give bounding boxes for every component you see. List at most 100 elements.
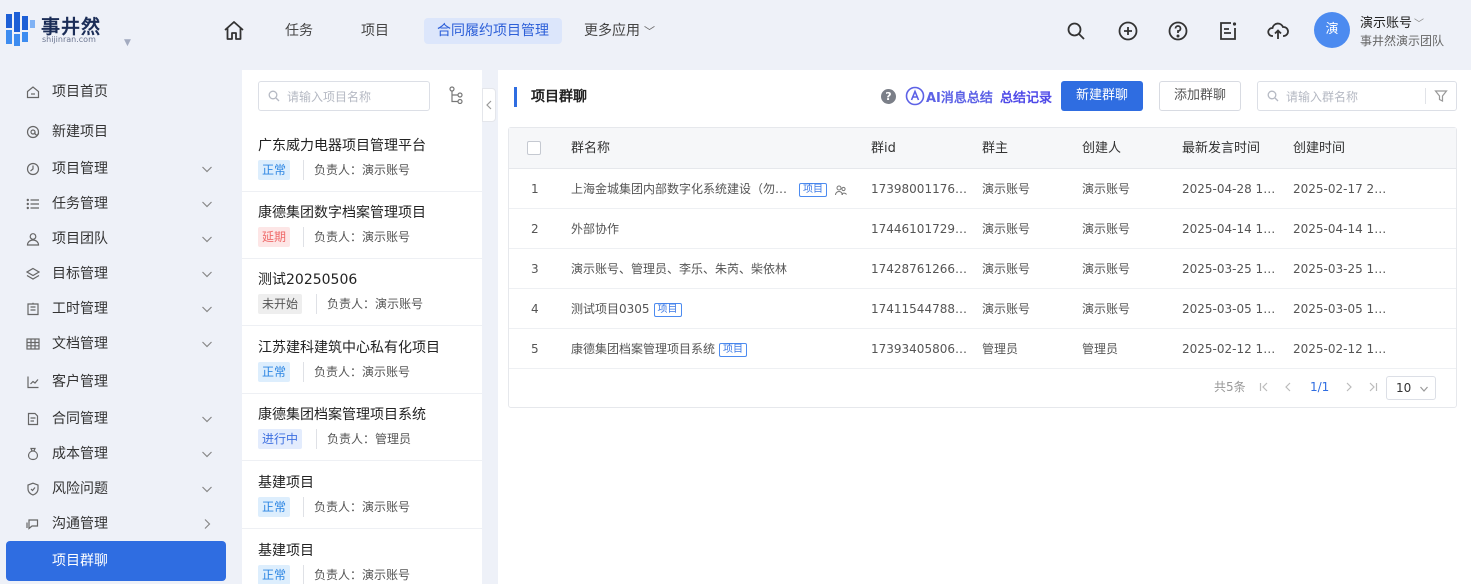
nav-project-label: 项目 <box>361 23 389 39</box>
brand-logo[interactable]: 事井然 shijinran.com ▼ <box>6 12 131 50</box>
chat-icon <box>26 519 39 530</box>
list-icon <box>26 198 39 210</box>
help-icon[interactable]: ? <box>881 89 896 104</box>
ai-summary-icon[interactable] <box>905 86 925 106</box>
project-owner: 负责人：演示账号 <box>303 565 410 584</box>
select-all-checkbox[interactable] <box>527 141 541 155</box>
table-row[interactable]: 4 测试项目0305 项目 17411544788… 演示账号 演示账号 2025… <box>509 289 1456 329</box>
table-row[interactable]: 1 上海金城集团内部数字化系统建设（勿… 项目 17398001176… 演示账号… <box>509 169 1456 209</box>
group-name-cell: 测试项目0305 项目 <box>571 289 861 329</box>
tree-structure-icon[interactable] <box>448 86 464 104</box>
group-search-placeholder: 请输入群名称 <box>1286 90 1359 104</box>
table-row[interactable]: 5 康德集团档案管理项目系统 项目 17393405806… 管理员 管理员 20… <box>509 329 1456 369</box>
next-page-icon[interactable] <box>1343 381 1355 393</box>
project-card[interactable]: 基建项目 正常 负责人：演示账号 <box>242 463 482 529</box>
status-badge: 正常 <box>258 160 291 180</box>
project-tag: 项目 <box>653 302 682 317</box>
sidebar-item-contract-management[interactable]: 合同管理 <box>0 404 236 434</box>
project-card[interactable]: 测试20250506 未开始 负责人：演示账号 <box>242 260 482 326</box>
nav-contract-project-label: 合同履约项目管理 <box>437 23 549 39</box>
sidebar-item-customer-management[interactable]: 客户管理 <box>0 367 236 397</box>
column-header-last-message[interactable]: 最新发言时间 <box>1182 128 1260 169</box>
avatar[interactable]: 演 <box>1314 12 1350 48</box>
project-card[interactable]: 康德集团数字档案管理项目 延期 负责人：演示账号 <box>242 193 482 259</box>
column-header-name[interactable]: 群名称 <box>571 128 610 169</box>
status-badge: 正常 <box>258 362 291 382</box>
page-title: 项目群聊 <box>514 87 587 107</box>
clock-icon <box>26 162 40 176</box>
help-circle-icon[interactable] <box>1166 19 1190 43</box>
sidebar-item-project-team[interactable]: 项目团队 <box>0 224 236 254</box>
column-header-owner[interactable]: 群主 <box>982 128 1008 169</box>
project-owner: 负责人：管理员 <box>316 429 411 449</box>
row-index: 3 <box>531 262 539 276</box>
nav-contract-project[interactable]: 合同履约项目管理 <box>424 18 562 44</box>
project-card[interactable]: 基建项目 正常 负责人：演示账号 <box>242 531 482 584</box>
project-title: 测试20250506 <box>258 272 358 288</box>
search-icon[interactable] <box>1064 19 1088 43</box>
filter-icon[interactable] <box>1434 89 1448 103</box>
status-badge: 正常 <box>258 565 291 584</box>
project-owner: 负责人：演示账号 <box>303 160 410 180</box>
status-badge: 进行中 <box>258 429 303 449</box>
project-search-input[interactable]: 请输入项目名称 <box>258 81 430 111</box>
sidebar-item-label: 文档管理 <box>52 336 108 352</box>
home-icon[interactable] <box>222 19 246 43</box>
sidebar-item-timesheet-management[interactable]: 工时管理 <box>0 294 236 324</box>
sidebar-item-project-home[interactable]: 项目首页 <box>0 77 236 107</box>
chevron-down-icon <box>202 416 212 423</box>
last-page-icon[interactable] <box>1367 381 1379 393</box>
column-header-id[interactable]: 群id <box>871 128 896 169</box>
project-search-placeholder: 请输入项目名称 <box>287 90 372 104</box>
group-creator: 演示账号 <box>1082 302 1131 316</box>
collapse-panel-button[interactable] <box>482 88 496 122</box>
sidebar-item-project-management[interactable]: 项目管理 <box>0 154 236 184</box>
prev-page-icon[interactable] <box>1282 381 1294 393</box>
add-group-chat-button[interactable]: 添加群聊 <box>1159 81 1241 111</box>
project-owner: 负责人：演示账号 <box>316 294 423 314</box>
sidebar-item-document-management[interactable]: 文档管理 <box>0 329 236 359</box>
column-header-creator[interactable]: 创建人 <box>1082 128 1121 169</box>
sidebar-item-risk-issues[interactable]: 风险问题 <box>0 474 236 504</box>
sidebar-item-new-project[interactable]: 新建项目 <box>0 117 236 147</box>
ai-summary-button[interactable]: AI消息总结 <box>926 87 993 106</box>
chevron-down-icon: ﹀ <box>1414 19 1425 30</box>
nav-more-apps[interactable]: 更多应用 ﹀ <box>571 18 668 44</box>
project-card[interactable]: 广东威力电器项目管理平台 正常 负责人：演示账号 <box>242 126 482 192</box>
group-search-input[interactable]: 请输入群名称 <box>1257 81 1457 111</box>
project-title: 基建项目 <box>258 475 314 491</box>
first-page-icon[interactable] <box>1258 381 1270 393</box>
chevron-down-icon <box>202 341 212 348</box>
nav-project[interactable]: 项目 <box>348 18 402 44</box>
last-message-time: 2025-02-12 1… <box>1182 342 1276 356</box>
group-id: 17411544788… <box>871 302 967 316</box>
column-header-created[interactable]: 创建时间 <box>1293 128 1345 169</box>
table-row[interactable]: 3 演示账号、管理员、李乐、朱芮、柴依林 17428761266… 演示账号 演… <box>509 249 1456 289</box>
sidebar-item-communication-management[interactable]: 沟通管理 <box>0 509 236 539</box>
table-row[interactable]: 2 外部协作 17446101729… 演示账号 演示账号 2025-04-14… <box>509 209 1456 249</box>
group-chat-table: 群名称 群id 群主 创建人 最新发言时间 创建时间 1 上海金城集团内部数字化… <box>508 127 1457 408</box>
project-title: 康德集团数字档案管理项目 <box>258 205 426 221</box>
user-menu[interactable]: 演示账号 ﹀ <box>1360 12 1424 31</box>
cloud-upload-icon[interactable] <box>1266 19 1290 43</box>
summary-records-link[interactable]: 总结记录 <box>1000 87 1052 106</box>
add-circle-icon[interactable] <box>1116 19 1140 43</box>
page-size-select[interactable]: 10 <box>1386 376 1436 400</box>
group-owner: 演示账号 <box>982 262 1031 276</box>
sidebar-item-label: 风险问题 <box>52 481 108 497</box>
chevron-right-icon <box>204 519 211 529</box>
money-bag-icon <box>27 447 39 461</box>
last-message-time: 2025-03-25 1… <box>1182 262 1276 276</box>
sidebar-item-cost-management[interactable]: 成本管理 <box>0 439 236 469</box>
sidebar-item-project-group-chat[interactable]: 项目群聊 <box>6 541 226 581</box>
new-group-chat-button[interactable]: 新建群聊 <box>1061 81 1143 111</box>
sidebar-item-task-management[interactable]: 任务管理 <box>0 189 236 219</box>
project-title: 基建项目 <box>258 543 314 559</box>
project-card[interactable]: 康德集团档案管理项目系统 进行中 负责人：管理员 <box>242 395 482 461</box>
project-card[interactable]: 江苏建科建筑中心私有化项目 正常 负责人：演示账号 <box>242 328 482 394</box>
notice-board-icon[interactable] <box>1216 19 1240 43</box>
group-creator: 演示账号 <box>1082 262 1131 276</box>
sidebar-item-goal-management[interactable]: 目标管理 <box>0 259 236 289</box>
pagination-current-page: 1/1 <box>1310 380 1330 394</box>
nav-task[interactable]: 任务 <box>272 18 326 44</box>
